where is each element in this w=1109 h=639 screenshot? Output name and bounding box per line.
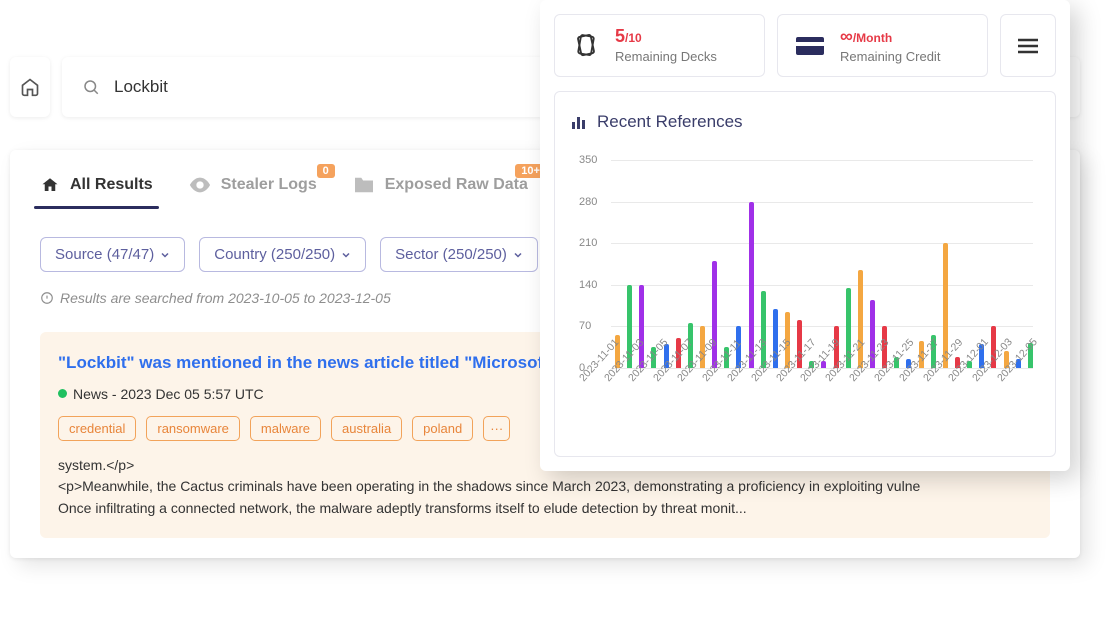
filter-sector[interactable]: Sector (250/250) <box>380 237 538 272</box>
stat-remaining-credit: ∞/Month Remaining Credit <box>777 14 988 77</box>
chevron-down-icon <box>160 250 170 260</box>
chart-card: Recent References 0701402102803502023-11… <box>554 91 1056 457</box>
status-dot <box>58 389 67 398</box>
chart-title-text: Recent References <box>597 112 743 132</box>
tag[interactable]: australia <box>331 416 402 441</box>
tag[interactable]: malware <box>250 416 321 441</box>
tab-label: Exposed Raw Data <box>385 176 528 194</box>
tag[interactable]: poland <box>412 416 473 441</box>
tab-all-results[interactable]: All Results <box>40 170 153 208</box>
tab-exposed-raw-data[interactable]: Exposed Raw Data 10+ <box>353 170 528 208</box>
hamburger-icon <box>1017 38 1039 54</box>
eye-icon <box>189 177 211 193</box>
home-button[interactable] <box>10 57 50 117</box>
right-panel: 5/10 Remaining Decks ∞/Month Remaining C… <box>540 0 1070 471</box>
tab-badge: 0 <box>317 164 335 178</box>
tag[interactable]: credential <box>58 416 136 441</box>
filter-country[interactable]: Country (250/250) <box>199 237 366 272</box>
info-icon <box>40 291 54 305</box>
tag-more[interactable]: ··· <box>483 416 510 441</box>
tag[interactable]: ransomware <box>146 416 240 441</box>
home-solid-icon <box>40 176 60 194</box>
chevron-down-icon <box>341 250 351 260</box>
tab-stealer-logs[interactable]: Stealer Logs 0 <box>189 170 317 208</box>
filter-source[interactable]: Source (47/47) <box>40 237 185 272</box>
chevron-down-icon <box>513 250 523 260</box>
credit-card-icon <box>794 34 826 58</box>
search-icon <box>82 78 100 96</box>
folder-icon <box>353 176 375 194</box>
tab-label: All Results <box>70 176 153 194</box>
tab-label: Stealer Logs <box>221 176 317 194</box>
home-icon <box>20 77 40 97</box>
menu-button[interactable] <box>1000 14 1056 77</box>
bar-chart-icon <box>571 114 587 130</box>
references-chart: 0701402102803502023-11-012023-11-032023-… <box>579 160 1039 440</box>
cards-icon <box>571 33 601 59</box>
stat-remaining-decks: 5/10 Remaining Decks <box>554 14 765 77</box>
